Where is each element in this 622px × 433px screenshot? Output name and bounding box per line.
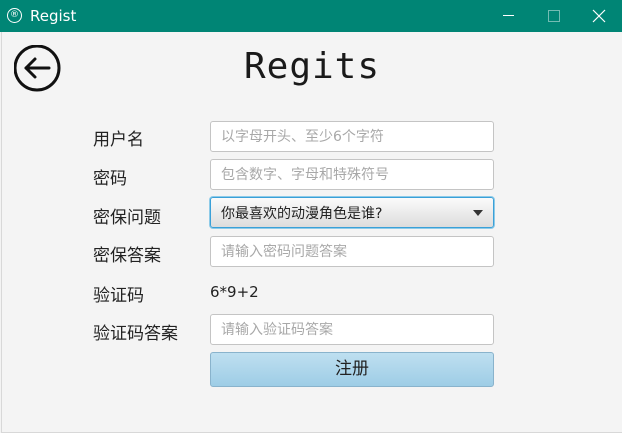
page-title: Regits bbox=[243, 46, 381, 87]
security-question-select[interactable]: 你最喜欢的动漫角色是谁? bbox=[210, 197, 494, 228]
maximize-icon bbox=[548, 10, 560, 22]
title-bar: ® Regist bbox=[0, 0, 622, 32]
security-answer-input[interactable] bbox=[210, 236, 494, 267]
security-answer-label: 密保答案 bbox=[93, 246, 161, 266]
password-input[interactable] bbox=[210, 159, 494, 190]
registered-icon: ® bbox=[7, 8, 22, 23]
captcha-value: 6*9+2 bbox=[210, 283, 259, 301]
captcha-answer-label: 验证码答案 bbox=[93, 324, 178, 344]
username-label: 用户名 bbox=[93, 130, 144, 150]
minimize-button[interactable] bbox=[485, 0, 531, 32]
chevron-down-icon bbox=[473, 210, 483, 216]
username-input[interactable] bbox=[210, 121, 494, 152]
minimize-icon bbox=[503, 15, 514, 16]
password-label: 密码 bbox=[93, 169, 127, 189]
window-title: Regist bbox=[30, 7, 77, 25]
maximize-button[interactable] bbox=[531, 0, 577, 32]
captcha-label: 验证码 bbox=[93, 286, 144, 306]
register-panel: Regits 用户名 密码 密保问题 你最喜欢的动漫角色是谁? 密保答案 验证码… bbox=[1, 32, 622, 433]
register-button[interactable]: 注册 bbox=[210, 352, 494, 387]
close-icon bbox=[592, 9, 606, 23]
security-question-selected: 你最喜欢的动漫角色是谁? bbox=[221, 206, 383, 222]
captcha-answer-input[interactable] bbox=[210, 314, 494, 345]
close-button[interactable] bbox=[576, 0, 622, 32]
security-question-label: 密保问题 bbox=[93, 208, 161, 228]
